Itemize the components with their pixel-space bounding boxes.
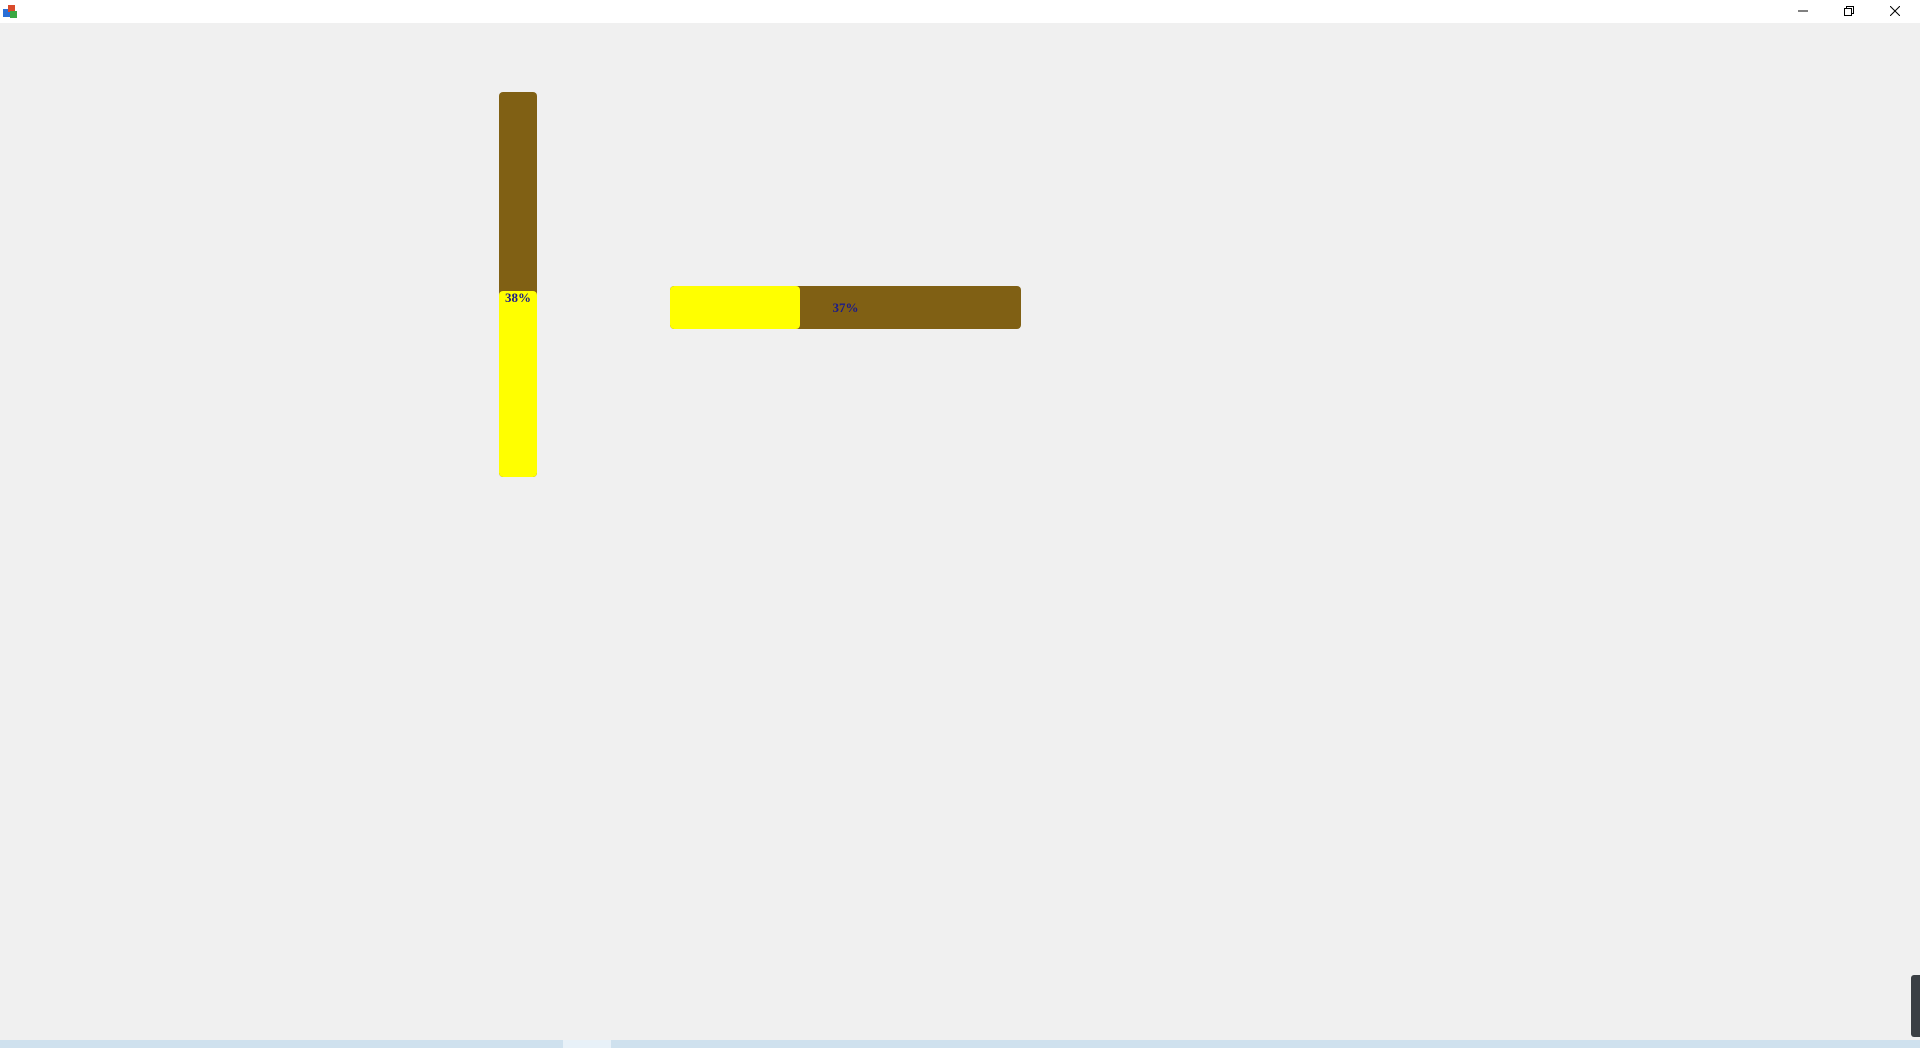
horizontal-progress-label: 37% (832, 299, 859, 315)
side-handle[interactable] (1911, 975, 1920, 1037)
horizontal-progress-bar: 37% (670, 286, 1021, 329)
title-bar (0, 0, 1920, 23)
minimize-button[interactable] (1780, 0, 1826, 22)
restore-icon (1844, 6, 1854, 16)
vertical-progress-fill (499, 291, 537, 477)
minimize-icon (1798, 10, 1808, 12)
close-icon (1890, 6, 1900, 16)
client-area (0, 23, 1920, 1040)
app-icon[interactable] (2, 3, 18, 19)
vertical-progress-label: 38% (505, 290, 531, 305)
restore-button[interactable] (1826, 0, 1872, 22)
close-button[interactable] (1872, 0, 1918, 22)
taskbar (0, 1040, 1920, 1048)
taskbar-active-app[interactable] (563, 1040, 611, 1048)
vertical-progress-bar: 38% (499, 92, 537, 477)
